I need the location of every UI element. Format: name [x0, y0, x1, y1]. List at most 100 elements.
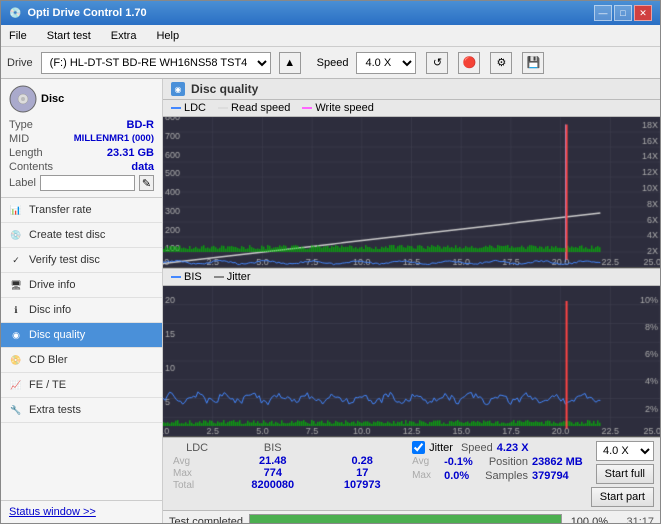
- jitter-speed-section: Jitter Speed 4.23 X Avg -0.1% Position 2…: [412, 441, 583, 482]
- avg-jitter: -0.1%: [444, 456, 473, 468]
- menu-extra[interactable]: Extra: [107, 28, 141, 44]
- app-window: 💿 Opti Drive Control 1.70 — □ ✕ File Sta…: [0, 0, 661, 524]
- toolbar: Drive (F:) HL-DT-ST BD-RE WH16NS58 TST4 …: [1, 47, 660, 79]
- refresh-button[interactable]: ↺: [426, 52, 448, 74]
- bis-chart-canvas: [163, 286, 660, 436]
- pos-label: Position: [489, 456, 528, 468]
- samples-label: Samples: [485, 470, 528, 482]
- disc-title: Disc: [41, 93, 64, 105]
- bis-dot: [171, 276, 181, 278]
- close-button[interactable]: ✕: [634, 5, 652, 21]
- eject-button[interactable]: ▲: [279, 52, 301, 74]
- sidebar-item-drive-info[interactable]: 🖥 Drive info: [1, 273, 162, 298]
- write-speed-dot: [302, 107, 312, 109]
- progress-bar-fill: [250, 515, 561, 523]
- total-bis: 107973: [320, 479, 404, 491]
- sidebar-item-create-test-disc[interactable]: 💿 Create test disc: [1, 223, 162, 248]
- disc-quality-icon: ◉: [9, 328, 23, 342]
- mid-row: MID MILLENMR1 (000): [9, 133, 154, 145]
- chart-2: [163, 286, 660, 437]
- total-label: Total: [169, 479, 225, 491]
- legend-bis: BIS: [171, 271, 202, 283]
- extra-tests-label: Extra tests: [29, 404, 81, 416]
- progress-time: 31:17: [614, 516, 654, 523]
- drive-select[interactable]: (F:) HL-DT-ST BD-RE WH16NS58 TST4: [41, 52, 271, 74]
- speed-value: 4.23 X: [497, 442, 529, 454]
- create-test-disc-label: Create test disc: [29, 229, 105, 241]
- label-edit-button[interactable]: ✎: [139, 175, 154, 191]
- ldc-chart-canvas: [163, 117, 660, 267]
- sidebar-item-transfer-rate[interactable]: 📊 Transfer rate: [1, 198, 162, 223]
- speed-select-2[interactable]: 4.0 X: [596, 441, 654, 461]
- maximize-button[interactable]: □: [614, 5, 632, 21]
- title-bar: 💿 Opti Drive Control 1.70 — □ ✕: [1, 1, 660, 25]
- window-controls: — □ ✕: [594, 5, 652, 21]
- transfer-rate-label: Transfer rate: [29, 204, 92, 216]
- col-bis-header: BIS: [225, 441, 320, 455]
- max-ldc: 774: [225, 467, 320, 479]
- avg-label: Avg: [169, 455, 225, 467]
- sidebar-item-extra-tests[interactable]: 🔧 Extra tests: [1, 398, 162, 423]
- speed-label-2: Speed: [461, 442, 493, 454]
- chart-legend-2: BIS Jitter: [163, 268, 660, 286]
- transfer-rate-icon: 📊: [9, 203, 23, 217]
- ldc-dot: [171, 107, 181, 109]
- status-window-button[interactable]: Status window >>: [9, 506, 96, 518]
- sidebar-item-disc-info[interactable]: ℹDisc info: [1, 298, 162, 323]
- cd-bler-label: CD Bler: [29, 354, 68, 366]
- samples-value: 379794: [532, 470, 569, 482]
- menu-bar: File Start test Extra Help: [1, 25, 660, 47]
- drive-info-label: Drive info: [29, 279, 75, 291]
- disc-quality-label: Disc quality: [29, 329, 85, 341]
- sidebar-menu: 📊 Transfer rate 💿 Create test disc ✓Verify t…: [1, 198, 162, 500]
- pos-value: 23862 MB: [532, 456, 583, 468]
- legend-read-speed: Read speed: [218, 102, 290, 114]
- verify-test-disc-label: Verify test disc: [29, 254, 100, 266]
- sidebar-item-cd-bler[interactable]: 📀CD Bler: [1, 348, 162, 373]
- max-label: Max: [169, 467, 225, 479]
- legend-jitter: Jitter: [214, 271, 251, 283]
- status-window-section: Status window >>: [1, 500, 162, 523]
- chart-title: Disc quality: [191, 82, 258, 96]
- label-row: Label ✎: [9, 175, 154, 191]
- menu-help[interactable]: Help: [152, 28, 183, 44]
- drive-info-icon: 🖥: [9, 278, 23, 292]
- avg-bis: 0.28: [320, 455, 404, 467]
- settings-button[interactable]: ⚙: [490, 52, 512, 74]
- burn-button[interactable]: 🔴: [458, 52, 480, 74]
- minimize-button[interactable]: —: [594, 5, 612, 21]
- create-test-disc-icon: 💿: [9, 228, 23, 242]
- disc-rows: Type BD-R MID MILLENMR1 (000) Length 23.…: [9, 119, 154, 191]
- legend-ldc: LDC: [171, 102, 206, 114]
- disc-icon: [9, 85, 37, 113]
- extra-tests-icon: 🔧: [9, 403, 23, 417]
- col-ldc-header: LDC: [169, 441, 225, 455]
- speed-select[interactable]: 4.0 X: [356, 52, 416, 74]
- chart-area: LDC Read speed Write speed: [163, 100, 660, 523]
- jitter-dot: [214, 276, 224, 278]
- chart-1: [163, 117, 660, 268]
- type-row: Type BD-R: [9, 119, 154, 131]
- avg-jitter-row: Avg -0.1% Position 23862 MB: [412, 456, 583, 468]
- jitter-checkbox[interactable]: [412, 441, 425, 454]
- sidebar: Disc Type BD-R MID MILLENMR1 (000) Lengt…: [1, 79, 163, 523]
- total-ldc: 8200080: [225, 479, 320, 491]
- disc-info-label: Disc info: [29, 304, 71, 316]
- contents-row: Contents data: [9, 161, 154, 173]
- sidebar-item-fe-te[interactable]: 📈FE / TE: [1, 373, 162, 398]
- save-button[interactable]: 💾: [522, 52, 544, 74]
- legend-write-speed: Write speed: [302, 102, 374, 114]
- progress-area: Test completed 100.0% 31:17: [163, 510, 660, 523]
- progress-bar-outer: [249, 514, 562, 523]
- start-full-button[interactable]: Start full: [596, 464, 654, 484]
- menu-file[interactable]: File: [5, 28, 31, 44]
- chart-icon: ◉: [171, 82, 185, 96]
- sidebar-item-disc-quality[interactable]: ◉ Disc quality: [1, 323, 162, 348]
- window-title: 💿 Opti Drive Control 1.70: [9, 7, 147, 19]
- sidebar-item-verify-test-disc[interactable]: ✓Verify test disc: [1, 248, 162, 273]
- label-input[interactable]: [40, 175, 135, 191]
- fe-te-icon: 📈: [9, 378, 23, 392]
- start-part-button[interactable]: Start part: [591, 487, 654, 507]
- max-jitter: 0.0%: [444, 470, 469, 482]
- menu-start-test[interactable]: Start test: [43, 28, 95, 44]
